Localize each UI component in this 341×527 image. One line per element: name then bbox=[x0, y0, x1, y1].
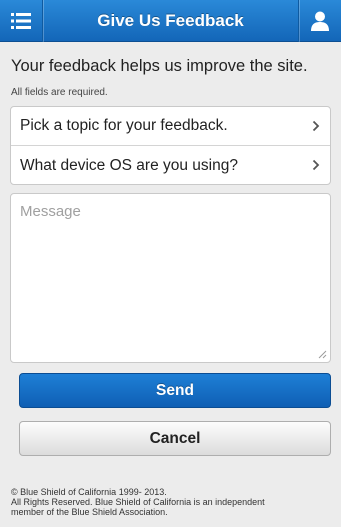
required-note: All fields are required. bbox=[11, 87, 108, 98]
profile-button[interactable] bbox=[299, 0, 341, 42]
send-button[interactable]: Send bbox=[19, 373, 331, 408]
menu-button[interactable] bbox=[0, 0, 42, 42]
chevron-right-icon bbox=[312, 159, 320, 171]
os-select-label: What device OS are you using? bbox=[20, 156, 238, 174]
topic-select-label: Pick a topic for your feedback. bbox=[20, 117, 228, 134]
resize-grip-icon[interactable] bbox=[318, 350, 327, 359]
association-line: member of the Blue Shield Association. bbox=[11, 507, 168, 517]
rights-line: All Rights Reserved. Blue Shield of Cali… bbox=[11, 497, 265, 507]
app-header: Give Us Feedback bbox=[0, 0, 341, 42]
copyright-line: © Blue Shield of California 1999- 2013. bbox=[11, 487, 167, 497]
select-group: Pick a topic for your feedback. What dev… bbox=[10, 106, 331, 185]
topic-select[interactable]: Pick a topic for your feedback. bbox=[11, 107, 330, 146]
page-title: Give Us Feedback bbox=[97, 11, 244, 30]
intro-text: Your feedback helps us improve the site. bbox=[11, 57, 308, 75]
cancel-button[interactable]: Cancel bbox=[19, 421, 331, 456]
chevron-right-icon bbox=[312, 120, 320, 132]
user-profile-icon bbox=[311, 11, 329, 31]
message-textarea[interactable] bbox=[10, 193, 331, 363]
os-select[interactable]: What device OS are you using? bbox=[11, 146, 330, 185]
list-menu-icon bbox=[11, 13, 31, 29]
footer-copyright: © Blue Shield of California 1999- 2013. … bbox=[11, 487, 336, 517]
